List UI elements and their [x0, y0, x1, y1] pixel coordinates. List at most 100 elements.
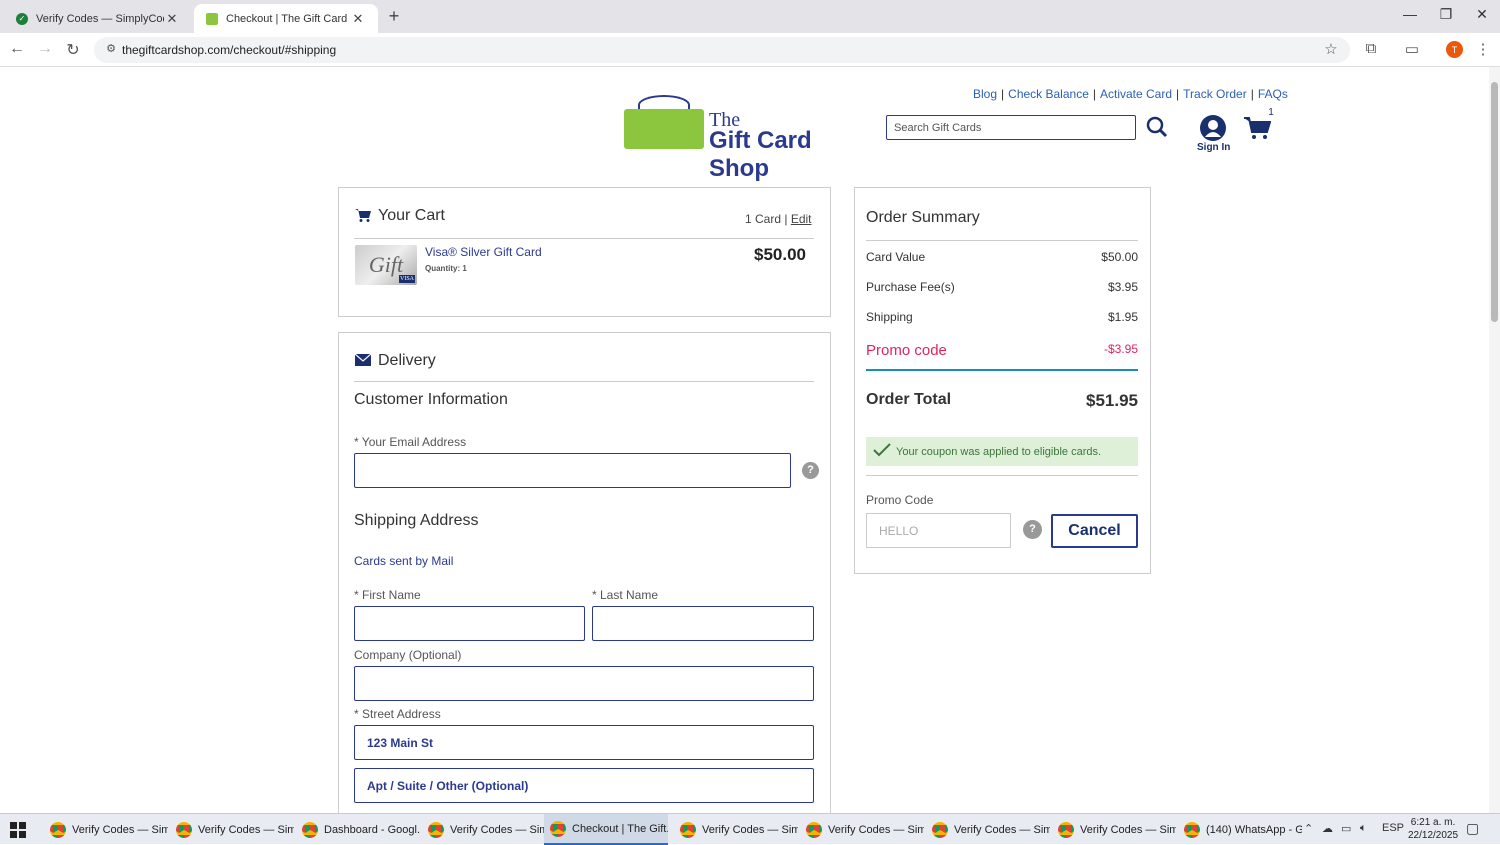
first-name-label: * First Name: [354, 588, 421, 602]
tab-title: Checkout | The Gift Card Shop: [226, 12, 350, 25]
taskbar-item[interactable]: Verify Codes — Sim...: [1052, 814, 1176, 845]
promo-code-field[interactable]: HELLO: [866, 513, 1011, 548]
first-name-field[interactable]: [354, 606, 585, 641]
divider: [866, 475, 1138, 476]
scrollbar-thumb[interactable]: [1491, 82, 1498, 322]
browser-tab-simplycodes[interactable]: ✓ Verify Codes — SimplyCodes ✕: [4, 4, 192, 33]
envelope-icon: [355, 354, 371, 366]
taskbar-item[interactable]: Verify Codes — Sim...: [800, 814, 924, 845]
bookmark-star-icon[interactable]: ☆: [1320, 40, 1342, 58]
edit-cart-link[interactable]: Edit: [791, 212, 812, 226]
forward-icon[interactable]: →: [35, 40, 55, 58]
reload-icon[interactable]: ↻: [63, 40, 83, 60]
help-icon[interactable]: ?: [1023, 520, 1042, 539]
url-text: thegiftcardshop.com/checkout/#shipping: [122, 43, 337, 57]
close-tab-icon[interactable]: ✕: [350, 11, 366, 27]
order-summary-title: Order Summary: [866, 209, 980, 226]
close-tab-icon[interactable]: ✕: [164, 11, 180, 27]
email-label: * Your Email Address: [354, 435, 467, 449]
close-window-icon[interactable]: ✕: [1472, 6, 1492, 23]
taskbar-item[interactable]: Verify Codes — Sim...: [170, 814, 294, 845]
row-label: Purchase Fee(s): [866, 280, 955, 294]
coupon-applied-message: Your coupon was applied to eligible card…: [866, 437, 1138, 466]
sign-in-link[interactable]: Sign In: [1197, 142, 1230, 153]
row-label: Card Value: [866, 250, 926, 264]
taskbar-item[interactable]: Verify Codes — Sim...: [674, 814, 798, 845]
row-amount: $1.95: [1107, 310, 1138, 324]
logo-name: Gift Card Shop: [709, 127, 812, 182]
minimize-icon[interactable]: —: [1400, 6, 1420, 22]
item-name: Visa® Silver Gift Card: [425, 245, 542, 259]
search-input[interactable]: Search Gift Cards: [886, 115, 1136, 140]
cart-count-badge: 1: [1263, 105, 1279, 121]
total-amount: $51.95: [1086, 391, 1138, 410]
street-address-field[interactable]: 123 Main St: [354, 725, 814, 760]
volume-icon[interactable]: 🔈︎: [1360, 822, 1367, 835]
network-icon[interactable]: ▭: [1341, 822, 1351, 835]
last-name-field[interactable]: [592, 606, 814, 641]
taskbar-item[interactable]: Dashboard - Googl...: [296, 814, 420, 845]
link-faqs[interactable]: FAQs: [1258, 87, 1288, 101]
chrome-icon: [176, 821, 192, 838]
taskbar-item-active[interactable]: Checkout | The Gift...: [544, 814, 668, 845]
taskbar-item-label: Dashboard - Googl...: [324, 823, 420, 836]
tray-chevron-icon[interactable]: ⌃: [1304, 822, 1313, 835]
browser-toolbar: ← → ↻ thegiftcardshop.com/checkout/#ship…: [0, 33, 1500, 67]
extensions-icon[interactable]: ⧉: [1360, 40, 1382, 57]
simplycodes-favicon-icon: ✓: [16, 12, 28, 25]
link-track-order[interactable]: Track Order: [1183, 87, 1247, 101]
search-icon[interactable]: [1146, 116, 1168, 138]
site-info-icon[interactable]: ⚙: [100, 42, 122, 55]
taskbar-item-label: Verify Codes — Sim...: [702, 823, 798, 836]
item-price: $50.00: [754, 245, 806, 264]
company-field[interactable]: [354, 666, 814, 701]
windows-start-icon[interactable]: [10, 822, 26, 838]
divider: [866, 369, 1138, 371]
chrome-icon: [50, 821, 66, 838]
cloud-icon[interactable]: ☁: [1322, 822, 1333, 835]
back-icon[interactable]: ←: [7, 40, 27, 58]
item-quantity: Quantity: 1: [425, 264, 467, 273]
tab-search-icon[interactable]: ▭: [1401, 40, 1423, 58]
help-icon[interactable]: ?: [802, 462, 819, 479]
chrome-icon: [680, 821, 696, 838]
street-placeholder: 123 Main St: [367, 735, 434, 750]
link-check-balance[interactable]: Check Balance: [1008, 87, 1089, 101]
customer-info-heading: Customer Information: [354, 391, 508, 408]
taskbar-item-label: Verify Codes — Sim...: [450, 823, 546, 836]
restore-icon[interactable]: ❐: [1436, 6, 1456, 23]
browser-tab-checkout[interactable]: Checkout | The Gift Card Shop ✕: [194, 4, 378, 33]
link-activate-card[interactable]: Activate Card: [1100, 87, 1172, 101]
apt-suite-field[interactable]: Apt / Suite / Other (Optional): [354, 768, 814, 803]
link-blog[interactable]: Blog: [973, 87, 997, 101]
email-field[interactable]: [354, 453, 791, 488]
summary-row-card-value: Card Value $50.00: [866, 250, 1138, 264]
chrome-icon: [550, 820, 566, 837]
summary-row-promo: Promo code -$3.95: [866, 342, 1138, 359]
notifications-icon[interactable]: ▢: [1466, 820, 1479, 837]
account-icon[interactable]: [1200, 115, 1226, 141]
clock-date: 22/12/2025: [1408, 830, 1459, 841]
address-bar[interactable]: thegiftcardshop.com/checkout/#shipping: [94, 37, 1350, 63]
taskbar-item[interactable]: Verify Codes — Sim...: [422, 814, 546, 845]
cart-icon: [355, 209, 371, 222]
visa-logo: VISA: [398, 275, 415, 283]
taskbar-item-label: Verify Codes — Sim...: [198, 823, 294, 836]
shipping-address-heading: Shipping Address: [354, 512, 479, 529]
taskbar-item[interactable]: Verify Codes — Sim...: [926, 814, 1050, 845]
site-logo[interactable]: The Gift Card Shop: [624, 95, 859, 182]
menu-kebab-icon[interactable]: ⋮: [1472, 40, 1494, 58]
cancel-promo-button[interactable]: Cancel: [1051, 514, 1138, 548]
clock[interactable]: 6:21 a. m. 22/12/2025: [1408, 816, 1458, 842]
profile-avatar[interactable]: T: [1446, 41, 1463, 58]
top-links: Blog | Check Balance | Activate Card | Track O…: [973, 87, 1288, 101]
row-amount: $3.95: [1107, 280, 1138, 294]
new-tab-icon[interactable]: +: [384, 6, 404, 27]
taskbar-item[interactable]: (140) WhatsApp - G...: [1178, 814, 1302, 845]
taskbar-item-label: Verify Codes — Sim...: [1080, 823, 1176, 836]
row-label: Shipping: [866, 310, 913, 324]
promo-code-value: HELLO: [879, 523, 919, 538]
language-indicator[interactable]: ESP: [1382, 822, 1404, 834]
last-name-label: * Last Name: [592, 588, 659, 602]
taskbar-item[interactable]: Verify Codes — Sim...: [44, 814, 168, 845]
